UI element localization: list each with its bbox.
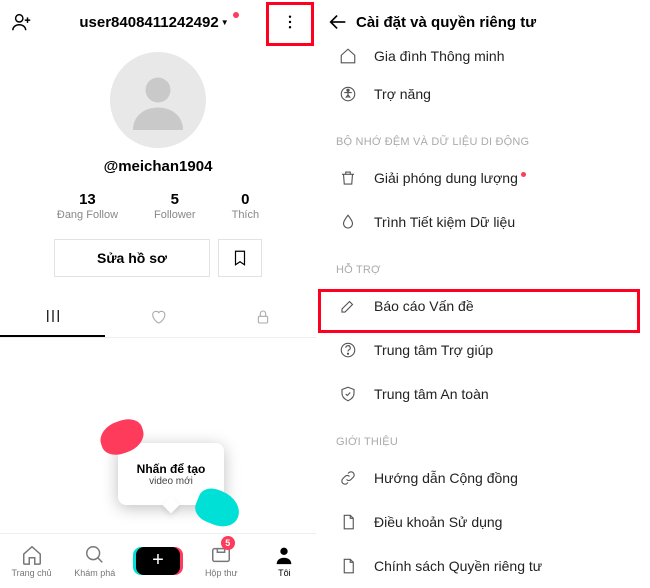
tab-liked[interactable] [105,297,210,337]
link-icon [336,469,360,487]
nav-home[interactable]: Trang chủ [0,534,63,587]
section-about: GIỚI THIỆU [320,416,650,456]
highlight-box-more [266,2,314,46]
settings-item-label: Gia đình Thông minh [374,48,505,64]
settings-item-free-space[interactable]: Giải phóng dung lượng [320,156,650,200]
nav-discover[interactable]: Khám phá [63,534,126,587]
settings-item-label: Trung tâm Trợ giúp [374,342,493,358]
avatar-wrap [0,52,316,148]
profile-screen: user8408411242492 ▼ @meichan1904 13 Đang… [0,0,316,587]
edit-row: Sửa hồ sơ [0,239,316,277]
back-button[interactable] [324,8,352,36]
home-icon [336,47,360,65]
stats-row: 13 Đang Follow 5 Follower 0 Thích [0,191,316,221]
stat-likes[interactable]: 0 Thích [232,191,260,221]
section-support: HỖ TRỢ [320,244,650,284]
document-icon [336,557,360,575]
settings-item-label: Chính sách Quyền riêng tư [374,558,542,574]
stat-num: 5 [154,191,196,208]
handle-text: @meichan1904 [0,158,316,175]
nav-label: Hộp thư [205,568,238,578]
settings-topbar: Cài đặt và quyền riêng tư [316,0,650,44]
create-button-icon: + [136,547,180,575]
nav-label: Tôi [278,568,291,578]
nav-me[interactable]: Tôi [253,534,316,587]
settings-item-terms[interactable]: Điều khoản Sử dụng [320,500,650,544]
nav-create[interactable]: + [126,534,189,587]
settings-item-label: Trung tâm An toàn [374,386,489,402]
nav-inbox[interactable]: 5 Hộp thư [190,534,253,587]
settings-title: Cài đặt và quyền riêng tư [356,14,536,31]
settings-item-label: Hướng dẫn Cộng đồng [374,470,518,486]
bookmark-button[interactable] [218,239,262,277]
create-tooltip: Nhấn để tạo video mới [118,443,224,505]
username-text: user8408411242492 [79,14,218,31]
decorative-blob-icon [96,415,148,459]
nav-label: Khám phá [74,568,115,578]
settings-item-privacy[interactable]: Chính sách Quyền riêng tư [320,544,650,588]
stat-num: 13 [57,191,118,208]
highlight-box-report [318,289,640,333]
nav-badge: 5 [221,536,235,550]
tab-grid[interactable] [0,297,105,337]
notification-dot-icon [233,12,239,18]
section-cache: BỘ NHỚ ĐỆM VÀ DỮ LIỆU DI ĐỘNG [320,116,650,156]
stat-label: Đang Follow [57,209,118,221]
water-drop-icon [336,213,360,231]
nav-label: Trang chủ [12,568,52,578]
decorative-blob-icon [191,484,245,532]
tooltip-arrow-icon [163,497,180,514]
notification-dot-icon [521,172,526,177]
stat-label: Follower [154,209,196,221]
settings-item-guidelines[interactable]: Hướng dẫn Cộng đồng [320,456,650,500]
add-user-button[interactable] [8,8,36,36]
edit-profile-button[interactable]: Sửa hồ sơ [54,239,210,277]
document-icon [336,513,360,531]
stat-following[interactable]: 13 Đang Follow [57,191,118,221]
tooltip-line1: Nhấn để tạo [137,462,206,476]
stat-followers[interactable]: 5 Follower [154,191,196,221]
trash-icon [336,169,360,187]
caret-down-icon: ▼ [221,18,229,27]
settings-item-safety[interactable]: Trung tâm An toàn [320,372,650,416]
settings-item-family[interactable]: Gia đình Thông minh [320,40,650,72]
settings-item-label: Giải phóng dung lượng [374,170,518,186]
bottom-nav: Trang chủ Khám phá + 5 Hộp thư Tôi [0,533,316,587]
settings-item-label: Điều khoản Sử dụng [374,514,502,530]
avatar[interactable] [110,52,206,148]
tooltip-line2: video mới [149,476,193,487]
shield-icon [336,385,360,403]
stat-label: Thích [232,209,260,221]
settings-item-help[interactable]: Trung tâm Trợ giúp [320,328,650,372]
settings-item-label: Trình Tiết kiệm Dữ liệu [374,214,515,230]
accessibility-icon [336,85,360,103]
settings-item-data-saver[interactable]: Trình Tiết kiệm Dữ liệu [320,200,650,244]
settings-item-label: Trợ năng [374,86,431,102]
username-dropdown[interactable]: user8408411242492 ▼ [36,14,272,31]
settings-item-accessibility[interactable]: Trợ năng [320,72,650,116]
stat-num: 0 [232,191,260,208]
profile-tabs [0,297,316,338]
question-icon [336,341,360,359]
tab-private[interactable] [211,297,316,337]
